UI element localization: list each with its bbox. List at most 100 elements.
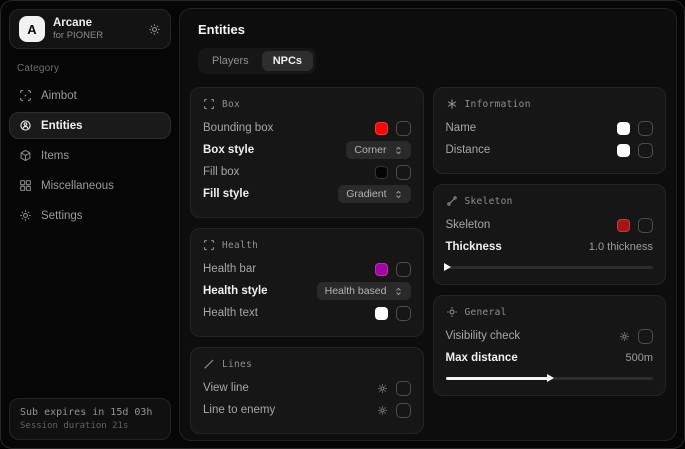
- card-title: General: [465, 307, 507, 318]
- setting-label: Fill box: [203, 166, 239, 178]
- unfold-icon: [394, 146, 403, 155]
- entities-icon: [19, 119, 32, 132]
- view-line-checkbox[interactable]: [396, 381, 411, 396]
- gear-icon: [19, 209, 32, 222]
- fill-style-dropdown[interactable]: Gradient: [338, 185, 410, 203]
- color-swatch[interactable]: [617, 219, 630, 232]
- setting-label: Line to enemy: [203, 404, 275, 416]
- page-title: Entities: [198, 22, 666, 37]
- sidebar-item-items[interactable]: Items: [9, 142, 171, 169]
- slider-handle[interactable]: [547, 374, 554, 382]
- thickness-value: 1.0 thickness: [589, 241, 653, 253]
- card-title: Lines: [222, 359, 252, 370]
- gear-icon[interactable]: [148, 23, 161, 36]
- bounding-box-checkbox[interactable]: [396, 121, 411, 136]
- gear-icon[interactable]: [377, 405, 388, 416]
- health-style-dropdown[interactable]: Health based: [317, 282, 411, 300]
- color-swatch[interactable]: [375, 307, 388, 320]
- health-text-checkbox[interactable]: [396, 306, 411, 321]
- setting-row-health-bar: Health bar: [203, 258, 411, 280]
- app-logo: A: [19, 16, 45, 42]
- thickness-slider[interactable]: [446, 262, 654, 272]
- box-style-dropdown[interactable]: Corner: [346, 141, 410, 159]
- setting-row-thickness: Thickness 1.0 thickness: [446, 236, 654, 258]
- sidebar-item-miscellaneous[interactable]: Miscellaneous: [9, 172, 171, 199]
- setting-row-health-style: Health style Health based: [203, 280, 411, 302]
- app-window: A Arcane for PIONER Category: [0, 0, 685, 449]
- setting-row-max-distance: Max distance 500m: [446, 347, 654, 369]
- gear-icon[interactable]: [619, 331, 630, 342]
- skeleton-checkbox[interactable]: [638, 218, 653, 233]
- slider-handle[interactable]: [444, 263, 451, 271]
- color-swatch[interactable]: [617, 144, 630, 157]
- card-title: Box: [222, 99, 240, 110]
- setting-row-skeleton: Skeleton: [446, 214, 654, 236]
- sidebar-item-entities[interactable]: Entities: [9, 112, 171, 139]
- setting-row-health-text: Health text: [203, 302, 411, 324]
- max-distance-slider[interactable]: [446, 373, 654, 383]
- name-checkbox[interactable]: [638, 121, 653, 136]
- main-panel: Entities Players NPCs Box: [179, 8, 677, 441]
- entity-tabs: Players NPCs: [198, 48, 316, 74]
- card-health: Health Health bar Health style Health ba…: [190, 228, 424, 337]
- setting-row-name: Name: [446, 117, 654, 139]
- tab-players[interactable]: Players: [201, 51, 260, 71]
- bounding-box-icon: [203, 98, 215, 110]
- color-swatch[interactable]: [375, 263, 388, 276]
- setting-label: Fill style: [203, 188, 249, 200]
- dropdown-value: Gradient: [346, 188, 386, 200]
- grid-icon: [19, 179, 32, 192]
- sidebar-item-label: Settings: [41, 210, 83, 222]
- gear-icon[interactable]: [377, 383, 388, 394]
- tab-npcs[interactable]: NPCs: [262, 51, 313, 71]
- app-name: Arcane: [53, 16, 140, 30]
- category-label: Category: [17, 63, 171, 74]
- visibility-check-checkbox[interactable]: [638, 329, 653, 344]
- setting-label: Health text: [203, 307, 258, 319]
- card-title: Health: [222, 240, 258, 251]
- bone-icon: [446, 195, 458, 207]
- subscription-expiry: Sub expires in 15d 03h: [20, 407, 160, 418]
- dropdown-value: Corner: [354, 144, 386, 156]
- sidebar-item-aimbot[interactable]: Aimbot: [9, 82, 171, 109]
- color-swatch[interactable]: [375, 166, 388, 179]
- health-bar-checkbox[interactable]: [396, 262, 411, 277]
- setting-label: Thickness: [446, 241, 502, 253]
- setting-row-line-to-enemy: Line to enemy: [203, 399, 411, 421]
- distance-checkbox[interactable]: [638, 143, 653, 158]
- sidebar-nav: Aimbot Entities: [9, 82, 171, 229]
- scan-icon: [19, 89, 32, 102]
- line-to-enemy-checkbox[interactable]: [396, 403, 411, 418]
- color-swatch[interactable]: [617, 122, 630, 135]
- unfold-icon: [394, 190, 403, 199]
- brand-card: A Arcane for PIONER: [9, 9, 171, 49]
- session-duration: Session duration 21s: [20, 421, 160, 431]
- sidebar-item-label: Miscellaneous: [41, 180, 114, 192]
- setting-label: Name: [446, 122, 477, 134]
- sidebar-item-settings[interactable]: Settings: [9, 202, 171, 229]
- card-general: General Visibility check: [433, 295, 667, 396]
- package-icon: [19, 149, 32, 162]
- setting-label: Skeleton: [446, 219, 491, 231]
- setting-label: Distance: [446, 144, 491, 156]
- card-title: Skeleton: [465, 196, 513, 207]
- setting-row-fill-style: Fill style Gradient: [203, 183, 411, 205]
- fill-box-checkbox[interactable]: [396, 165, 411, 180]
- asterisk-icon: [446, 98, 458, 110]
- setting-row-bounding-box: Bounding box: [203, 117, 411, 139]
- sidebar-item-label: Entities: [41, 120, 83, 132]
- sidebar: A Arcane for PIONER Category: [1, 1, 179, 448]
- app-subtitle: for PIONER: [53, 30, 140, 42]
- diagonal-line-icon: [203, 358, 215, 370]
- setting-label: View line: [203, 382, 249, 394]
- setting-row-distance: Distance: [446, 139, 654, 161]
- card-title: Information: [465, 99, 531, 110]
- setting-row-view-line: View line: [203, 377, 411, 399]
- card-information: Information Name Distance: [433, 87, 667, 174]
- card-lines: Lines View line: [190, 347, 424, 434]
- card-skeleton: Skeleton Skeleton Thickness 1.0 thicknes…: [433, 184, 667, 285]
- color-swatch[interactable]: [375, 122, 388, 135]
- setting-row-box-style: Box style Corner: [203, 139, 411, 161]
- sun-icon: [446, 306, 458, 318]
- dropdown-value: Health based: [325, 285, 387, 297]
